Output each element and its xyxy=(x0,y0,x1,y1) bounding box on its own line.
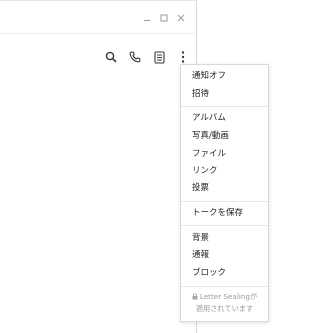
maximize-icon[interactable] xyxy=(159,12,169,24)
search-icon[interactable] xyxy=(104,49,118,65)
menu-item-photos-videos[interactable]: 写真/動画 xyxy=(192,128,229,144)
menu-item-invite[interactable]: 招待 xyxy=(192,86,209,102)
menu-item-block[interactable]: ブロック xyxy=(192,265,226,281)
menu-item-save-chat[interactable]: トークを保存 xyxy=(192,205,243,221)
menu-divider xyxy=(181,106,268,107)
more-vertical-icon[interactable] xyxy=(176,49,190,65)
menu-item-background[interactable]: 背景 xyxy=(192,230,209,246)
chat-window xyxy=(0,0,197,333)
titlebar-divider xyxy=(0,33,196,34)
menu-divider xyxy=(181,286,268,287)
phone-icon[interactable] xyxy=(128,49,142,65)
chat-toolbar xyxy=(104,49,190,65)
menu-item-files[interactable]: ファイル xyxy=(192,146,226,162)
letter-sealing-notice: Letter Sealingが 適用されています xyxy=(181,291,268,314)
menu-item-notifications-off[interactable]: 通知オフ xyxy=(192,68,226,84)
minimize-icon[interactable] xyxy=(142,12,152,24)
menu-divider xyxy=(181,201,268,202)
letter-sealing-line2: 適用されています xyxy=(195,304,254,313)
menu-item-album[interactable]: アルバム xyxy=(192,110,226,126)
menu-item-report[interactable]: 通報 xyxy=(192,247,209,263)
menu-item-links[interactable]: リンク xyxy=(192,163,218,179)
notes-icon[interactable] xyxy=(152,49,166,65)
lock-icon xyxy=(192,292,198,303)
chat-options-menu: 通知オフ 招待 アルバム 写真/動画 ファイル リンク 投票 トークを保存 背景… xyxy=(180,64,269,322)
menu-item-polls[interactable]: 投票 xyxy=(192,180,209,196)
window-controls xyxy=(142,10,186,26)
letter-sealing-line1: Letter Sealingが xyxy=(199,292,258,301)
menu-divider xyxy=(181,225,268,226)
close-icon[interactable] xyxy=(176,12,186,24)
